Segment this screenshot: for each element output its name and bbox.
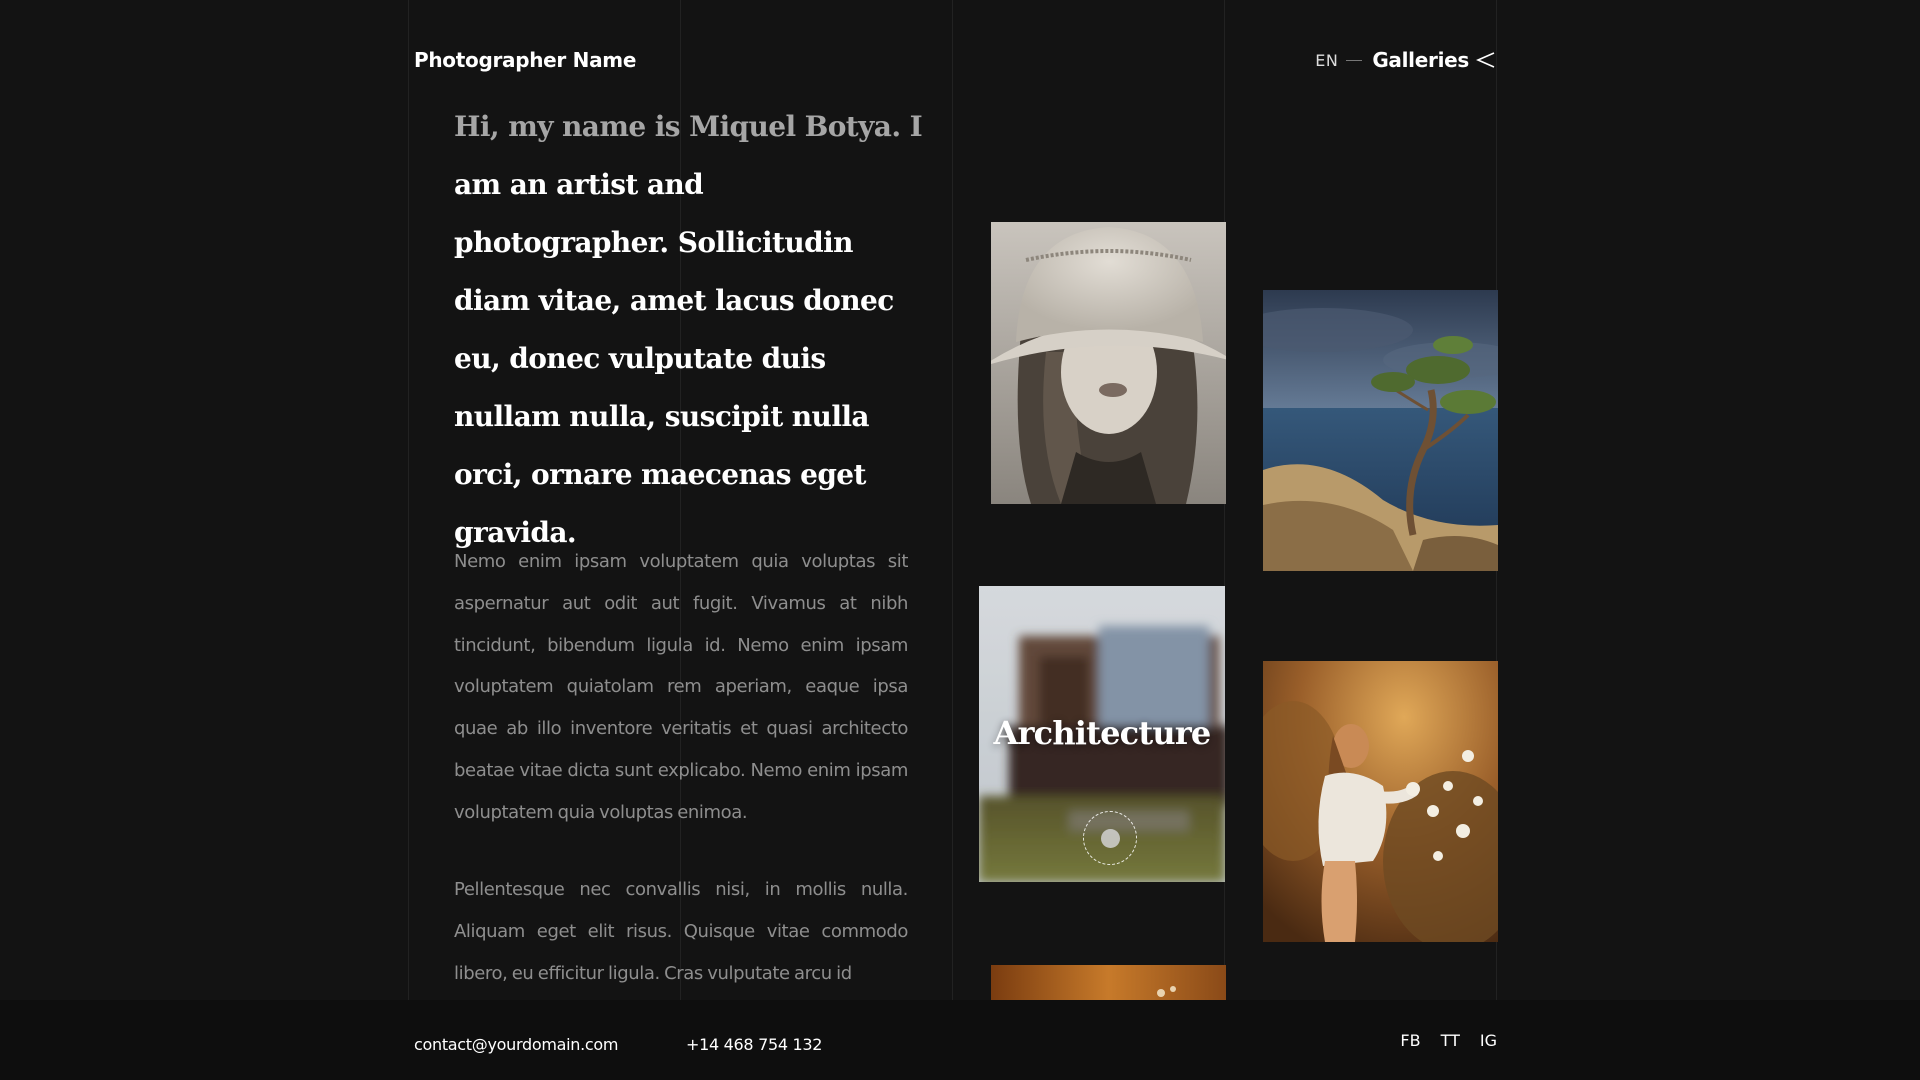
nav-divider — [1346, 59, 1363, 61]
grid-line — [408, 0, 409, 1000]
site-brand[interactable]: Photographer Name — [414, 45, 636, 75]
instagram-link[interactable]: IG — [1480, 1031, 1497, 1050]
grid-line — [952, 0, 953, 1000]
partial-photo[interactable] — [991, 965, 1226, 1000]
architecture-photo[interactable]: Architecture — [979, 586, 1225, 882]
contact-email-link[interactable]: contact@yourdomain.com — [414, 1035, 618, 1054]
gallery-hover-label: Architecture — [993, 714, 1212, 752]
top-nav: EN Galleries — [1315, 45, 1497, 75]
contact-phone-link[interactable]: +14 468 754 132 — [686, 1035, 822, 1054]
intro-headline: Hi, my name is Miquel Botya. I am an art… — [454, 98, 924, 562]
intro-paragraph: Pellentesque nec convallis nisi, in moll… — [454, 879, 908, 984]
social-links: FB TT IG — [1400, 1031, 1497, 1050]
cursor-dot — [1101, 829, 1120, 848]
intro-paragraph: Nemo enim ipsam voluptatem quia voluptas… — [454, 551, 908, 823]
woman-field-photo[interactable] — [1263, 661, 1498, 942]
chevron-left-icon[interactable] — [1475, 49, 1497, 71]
coast-tree-photo[interactable] — [1263, 290, 1498, 571]
galleries-link[interactable]: Galleries — [1372, 48, 1469, 72]
language-switch[interactable]: EN — [1315, 51, 1338, 70]
facebook-link[interactable]: FB — [1400, 1031, 1420, 1050]
headline-lead: Hi, my name is Miquel Botya. I — [454, 110, 923, 143]
portrait-photo[interactable] — [991, 222, 1226, 504]
footer — [0, 1000, 1920, 1080]
headline-rest: am an artist and photographer. Sollicitu… — [454, 168, 894, 549]
cursor-ring — [1083, 811, 1137, 865]
tiktok-link[interactable]: TT — [1441, 1031, 1460, 1050]
